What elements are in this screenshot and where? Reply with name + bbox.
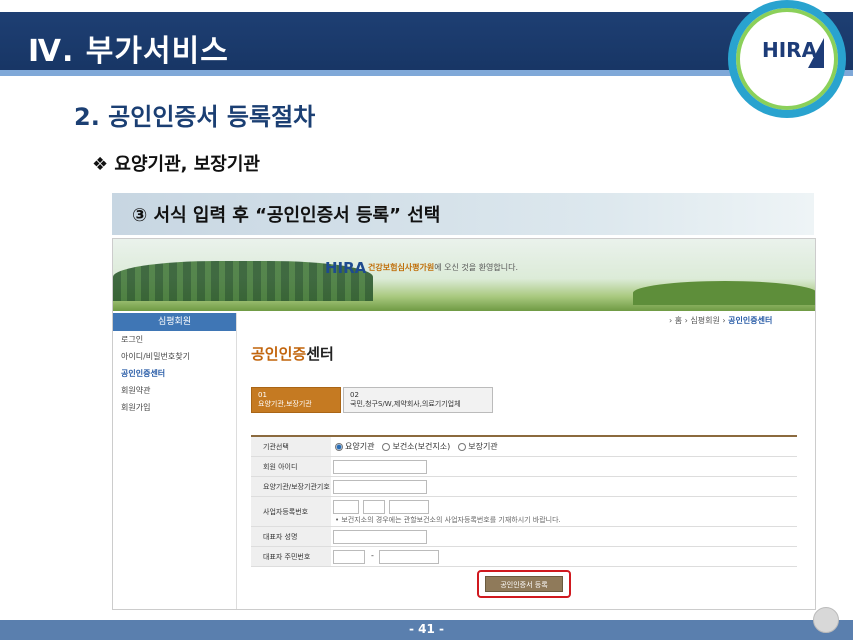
tab-label: 요양기관,보장기관 [258,400,312,408]
breadcrumb-separator: › [684,316,688,325]
rep-rrn-input-1[interactable] [333,550,365,564]
slide-title-bar: Ⅳ. 부가서비스 [0,12,853,76]
form-row-rep-name: 대표자 성명 [251,527,797,547]
bizno-label: 사업자등록번호 [251,497,331,526]
radio-label: 보장기관 [468,442,498,451]
welcome-rest: 에 오신 것을 환영합니다. [434,263,519,272]
radio-unchecked-icon [382,442,391,451]
radio-label: 보건소(보건지소) [392,442,451,451]
tab-number: 01 [258,391,267,399]
section-title: 2. 공인인증서 등록절차 [74,103,316,131]
org-type-radio-group: 요양기관 보건소(보건지소) 보장기관 [335,441,498,452]
banner-hills [633,281,815,305]
rep-name-input[interactable] [333,530,427,544]
radio-label: 요양기관 [345,442,375,451]
page-number: - 41 - [408,622,444,636]
member-id-input[interactable] [333,460,427,474]
sidebar-header: 심평회원 [113,313,236,331]
registration-form: 기관선택 요양기관 보건소(보건지소) 보장기관 회원 아이디 요양기관/보장기… [251,435,797,567]
bizno-input-3[interactable] [389,500,429,514]
rrn-dash: - [371,551,374,560]
tab-general-users[interactable]: 02 국민,청구S/W,제약회사,의료기기업체 [343,387,493,413]
register-certificate-button[interactable]: 공인인증서 등록 [485,576,563,592]
radio-security-agency[interactable]: 보장기관 [458,441,498,452]
welcome-highlight: 건강보험심사평가원 [368,263,435,272]
slide-nav-button[interactable] [813,607,839,633]
form-row-org-type: 기관선택 요양기관 보건소(보건지소) 보장기관 [251,437,797,457]
tab-medical-institution[interactable]: 01 요양기관,보장기관 [251,387,341,413]
sidebar-item-signup[interactable]: 회원가입 [113,399,236,416]
breadcrumb: › 홈 › 심평회원 › 공인인증센터 [669,315,772,326]
org-code-label: 요양기관/보장기관기호 [251,477,331,496]
form-row-rep-rrn: 대표자 주민번호 - [251,547,797,567]
org-type-label: 기관선택 [251,437,331,456]
sidebar: 심평회원 로그인 아이디/비밀번호찾기 공인인증센터 회원약관 회원가입 [113,313,237,609]
form-row-bizno: 사업자등록번호 • 보건지소의 경우에는 관할보건소의 사업자등록번호를 기재하… [251,497,797,527]
step-text: ③ 서식 입력 후 “공인인증서 등록” 선택 [132,205,441,226]
sidebar-item-login[interactable]: 로그인 [113,331,236,348]
bizno-input-2[interactable] [363,500,385,514]
sidebar-item-terms[interactable]: 회원약관 [113,382,236,399]
bizno-input-1[interactable] [333,500,359,514]
sidebar-item-cert-center[interactable]: 공인인증센터 [113,365,236,382]
form-row-org-code: 요양기관/보장기관기호 [251,477,797,497]
subsection-title: ❖ 요양기관, 보장기관 [92,154,260,175]
radio-checked-icon [335,442,343,451]
hira-logo-text: HIRA [762,38,818,62]
radio-health-center[interactable]: 보건소(보건지소) [382,441,450,452]
slide-title: Ⅳ. 부가서비스 [28,34,229,69]
site-logo[interactable]: HIRA [325,259,366,277]
rep-name-label: 대표자 성명 [251,527,331,546]
bizno-note: • 보건지소의 경우에는 관할보건소의 사업자등록번호를 기재하시기 바랍니다. [335,516,561,524]
breadcrumb-current: 공인인증센터 [728,316,773,325]
member-id-label: 회원 아이디 [251,457,331,476]
site-welcome: 건강보험심사평가원에 오신 것을 환영합니다. [368,262,518,273]
sidebar-item-find-id[interactable]: 아이디/비밀번호찾기 [113,348,236,365]
rep-rrn-label: 대표자 주민번호 [251,547,331,566]
breadcrumb-separator: › [722,316,726,325]
tab-number: 02 [350,391,359,399]
tab-label: 국민,청구S/W,제약회사,의료기기업체 [350,400,461,408]
rep-rrn-input-2[interactable] [379,550,439,564]
website-screenshot: HIRA 건강보험심사평가원에 오신 것을 환영합니다. 심평회원 로그인 아이… [112,238,816,610]
title-bar-stripe [0,70,853,76]
site-banner: HIRA 건강보험심사평가원에 오신 것을 환영합니다. [113,239,815,311]
page-heading: 공인인증센터 [251,343,334,364]
radio-unchecked-icon [458,442,467,451]
org-code-input[interactable] [333,480,427,494]
form-row-member-id: 회원 아이디 [251,457,797,477]
radio-medical-institution[interactable]: 요양기관 [335,441,374,452]
page-heading-accent: 공인인증 [251,345,307,363]
breadcrumb-parent[interactable]: 심평회원 [690,316,719,325]
page-heading-rest: 센터 [306,345,334,363]
breadcrumb-home[interactable]: › 홈 [669,316,682,325]
submit-highlight-box: 공인인증서 등록 [477,570,571,598]
